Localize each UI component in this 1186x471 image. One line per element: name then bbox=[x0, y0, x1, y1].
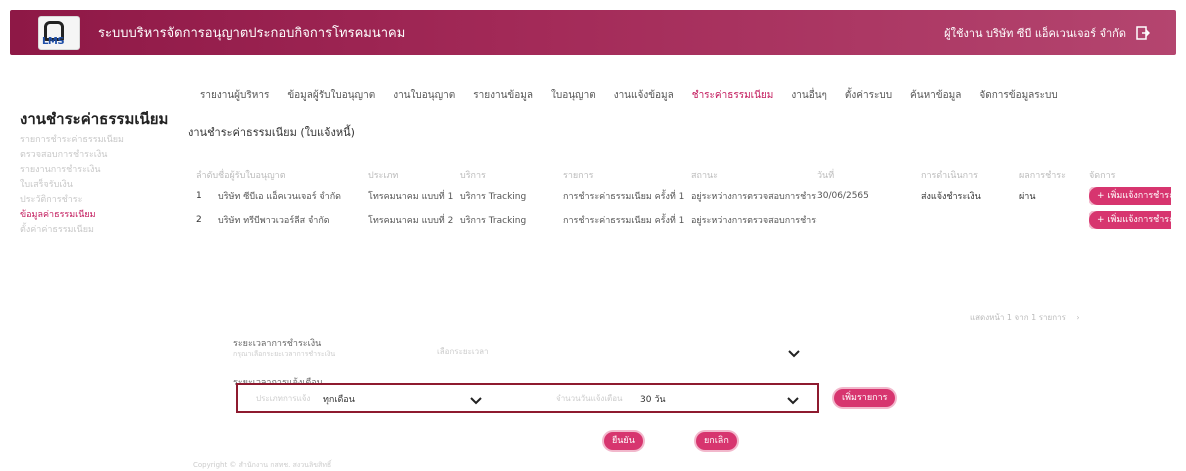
fee-item: การชำระค่าธรรมเนียม ครั้งที่ 1 bbox=[563, 192, 685, 202]
app-title: ระบบบริหารจัดการอนุญาตประกอบกิจการโทรคมน… bbox=[98, 26, 406, 41]
sidebar-item[interactable]: ใบเสร็จรับเงิน bbox=[20, 178, 124, 193]
chevron-down-icon[interactable] bbox=[787, 390, 799, 409]
col-header: ผลการชำระ bbox=[1019, 171, 1066, 181]
pagination: แสดงหน้า 1 จาก 1 รายการ › bbox=[970, 311, 1080, 324]
footer-text: Copyright © สำนักงาน กสทช. สงวนลิขสิทธิ์ bbox=[193, 461, 332, 469]
sidebar-item[interactable]: รายงานการชำระเงิน bbox=[20, 163, 124, 178]
confirm-button[interactable]: ยืนยัน bbox=[604, 432, 643, 450]
col-header: วันที่ bbox=[817, 171, 835, 181]
nav-item[interactable]: รายงานข้อมูล bbox=[473, 88, 533, 103]
row-number: 2 bbox=[196, 215, 202, 225]
logout-icon[interactable] bbox=[1136, 25, 1150, 40]
cancel-button[interactable]: ยกเลิก bbox=[696, 432, 737, 450]
notify-days-label: จำนวนวันแจ้งเตือน bbox=[556, 394, 623, 403]
nav-item[interactable]: ค้นหาข้อมูล bbox=[910, 88, 961, 103]
col-header: จัดการ bbox=[1089, 171, 1116, 181]
sidebar-item[interactable]: ตั้งค่าค่าธรรมเนียม bbox=[20, 223, 124, 238]
sidebar-title: งานชำระค่าธรรมเนียม bbox=[20, 110, 169, 128]
top-nav: รายงานผู้บริหาร ข้อมูลผู้รับใบอนุญาต งาน… bbox=[200, 88, 1058, 103]
table-header: ลำดับ ชื่อผู้รับใบอนุญาต ประเภท บริการ ร… bbox=[196, 168, 1171, 184]
status-text: อยู่ระหว่างการตรวจสอบการชำระ bbox=[691, 216, 817, 226]
nav-item[interactable]: ตั้งค่าระบบ bbox=[845, 88, 892, 103]
period-sublabel: กรุณาเลือกระยะเวลาการชำระเงิน bbox=[233, 350, 336, 358]
chevron-right-icon[interactable]: › bbox=[1076, 313, 1079, 322]
row-number: 1 bbox=[196, 191, 202, 201]
col-header: รายการ bbox=[563, 171, 594, 181]
add-item-button[interactable]: เพิ่มรายการ bbox=[834, 389, 896, 407]
license-type: โทรคมนาคม แบบที่ 2 bbox=[368, 216, 454, 226]
period-select[interactable]: เลือกระยะเวลา bbox=[437, 345, 488, 358]
table-row: 2 บริษัท ทรีบีพาวเวอร์ลีส จำกัด โทรคมนาค… bbox=[196, 208, 1171, 232]
period-label: ระยะเวลาการชำระเงิน bbox=[233, 339, 322, 349]
pagination-text: แสดงหน้า 1 จาก 1 รายการ bbox=[970, 313, 1066, 322]
nav-item[interactable]: รายงานผู้บริหาร bbox=[200, 88, 269, 103]
action-text: ส่งแจ้งชำระเงิน bbox=[921, 192, 981, 202]
sidebar-item-active[interactable]: ข้อมูลค่าธรรมเนียม bbox=[20, 208, 124, 223]
date: 30/06/2565 bbox=[817, 191, 869, 201]
col-header: การดำเนินการ bbox=[921, 171, 978, 181]
sidebar-item[interactable]: ตรวจสอบการชำระเงิน bbox=[20, 148, 124, 163]
licensee-name: บริษัท ซีบีเอ แอ็คเวนเจอร์ จำกัด bbox=[218, 192, 342, 202]
chevron-down-icon[interactable] bbox=[788, 343, 800, 362]
notify-type-label: ประเภทการแจ้ง bbox=[256, 394, 311, 403]
col-header: ชื่อผู้รับใบอนุญาต bbox=[218, 171, 286, 181]
nav-item[interactable]: ข้อมูลผู้รับใบอนุญาต bbox=[287, 88, 375, 103]
nav-item[interactable]: งานอื่นๆ bbox=[791, 88, 827, 103]
app-header: LMS ระบบบริหารจัดการอนุญาตประกอบกิจการโท… bbox=[10, 10, 1176, 55]
add-payment-button[interactable]: + เพิ่มแจ้งการชำระ bbox=[1089, 211, 1171, 229]
logo-text: LMS bbox=[42, 35, 65, 47]
sidebar-item[interactable]: รายการชำระค่าธรรมเนียม bbox=[20, 133, 124, 148]
service: บริการ Tracking bbox=[460, 216, 527, 226]
fee-item: การชำระค่าธรรมเนียม ครั้งที่ 1 bbox=[563, 216, 685, 226]
section-title: งานชำระค่าธรรมเนียม (ใบแจ้งหนี้) bbox=[188, 126, 355, 139]
chevron-down-icon[interactable] bbox=[470, 390, 482, 409]
nav-item-active[interactable]: ชำระค่าธรรมเนียม bbox=[692, 88, 774, 103]
status-text: อยู่ระหว่างการตรวจสอบการชำระ bbox=[691, 192, 817, 202]
license-type: โทรคมนาคม แบบที่ 1 bbox=[368, 192, 454, 202]
notify-type-select[interactable]: ทุกเดือน bbox=[323, 392, 355, 406]
sidebar-menu: รายการชำระค่าธรรมเนียม ตรวจสอบการชำระเงิ… bbox=[20, 133, 124, 238]
service: บริการ Tracking bbox=[460, 192, 527, 202]
result-text: ผ่าน bbox=[1019, 192, 1036, 202]
nav-item[interactable]: ใบอนุญาต bbox=[551, 88, 596, 103]
licensee-name: บริษัท ทรีบีพาวเวอร์ลีส จำกัด bbox=[218, 216, 330, 226]
nav-item[interactable]: งานใบอนุญาต bbox=[393, 88, 455, 103]
notify-settings-box: ประเภทการแจ้ง ทุกเดือน จำนวนวันแจ้งเตือน… bbox=[236, 383, 819, 413]
add-payment-button[interactable]: + เพิ่มแจ้งการชำระ bbox=[1089, 187, 1171, 205]
user-area: ผู้ใช้งาน บริษัท ซีบี แอ็คเวนเจอร์ จำกัด bbox=[944, 24, 1150, 42]
nav-item[interactable]: งานแจ้งข้อมูล bbox=[614, 88, 674, 103]
table-row: 1 บริษัท ซีบีเอ แอ็คเวนเจอร์ จำกัด โทรคม… bbox=[196, 184, 1171, 208]
user-name[interactable]: ผู้ใช้งาน บริษัท ซีบี แอ็คเวนเจอร์ จำกัด bbox=[944, 24, 1126, 42]
col-header: ประเภท bbox=[368, 171, 399, 181]
col-header: ลำดับ bbox=[196, 171, 218, 181]
sidebar-item[interactable]: ประวัติการชำระ bbox=[20, 193, 124, 208]
app-logo: LMS bbox=[38, 15, 80, 50]
col-header: บริการ bbox=[460, 171, 486, 181]
nav-item[interactable]: จัดการข้อมูลระบบ bbox=[979, 88, 1057, 103]
fee-table: ลำดับ ชื่อผู้รับใบอนุญาต ประเภท บริการ ร… bbox=[196, 168, 1171, 232]
col-header: สถานะ bbox=[691, 171, 718, 181]
notify-days-select[interactable]: 30 วัน bbox=[640, 392, 666, 406]
